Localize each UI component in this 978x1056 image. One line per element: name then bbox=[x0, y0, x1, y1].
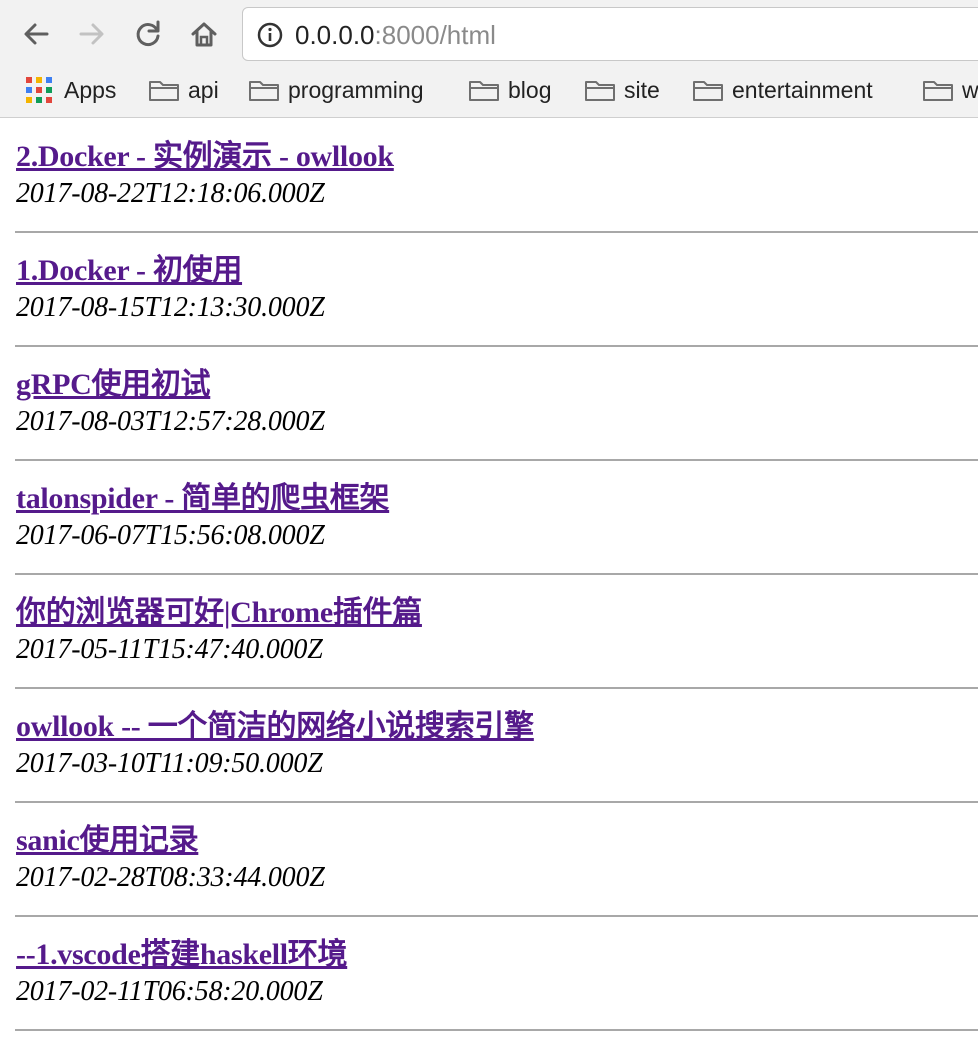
post-title-link[interactable]: --1.vscode搭建haskell环境 bbox=[16, 936, 348, 974]
post-divider bbox=[15, 915, 978, 917]
bookmark-label: api bbox=[188, 76, 219, 103]
post-title-link[interactable]: sanic使用记录 bbox=[16, 822, 199, 860]
post-divider bbox=[15, 687, 978, 689]
post-item: 1.Docker - 初使用 2017-08-15T12:13:30.000Z bbox=[15, 252, 978, 347]
apps-grid-icon bbox=[26, 77, 52, 103]
bookmark-folder-site[interactable]: site bbox=[584, 70, 660, 110]
post-divider bbox=[15, 345, 978, 347]
post-item: 你的浏览器可好|Chrome插件篇 2017-05-11T15:47:40.00… bbox=[15, 594, 978, 689]
bookmark-label: blog bbox=[508, 76, 552, 103]
bookmark-label: Apps bbox=[64, 76, 117, 103]
url-text[interactable]: 0.0.0.0:8000/html bbox=[295, 18, 496, 52]
bookmark-folder-blog[interactable]: blog bbox=[468, 70, 551, 110]
folder-icon bbox=[585, 81, 615, 101]
bookmark-label: site bbox=[624, 76, 660, 103]
post-date: 2017-02-28T08:33:44.000Z bbox=[16, 862, 325, 893]
forward-button[interactable] bbox=[72, 14, 112, 54]
address-bar[interactable]: 0.0.0.0:8000/html bbox=[242, 7, 978, 61]
back-arrow-icon bbox=[24, 23, 49, 45]
post-date: 2017-03-10T11:09:50.000Z bbox=[16, 748, 323, 779]
bookmark-folder-programming[interactable]: programming bbox=[248, 70, 424, 110]
folder-icon bbox=[693, 81, 723, 101]
bookmark-label: w bbox=[962, 76, 978, 103]
folder-icon bbox=[149, 81, 179, 101]
post-item: owllook -- 一个简洁的网络小说搜索引擎 2017-03-10T11:0… bbox=[15, 708, 978, 803]
post-date: 2017-05-11T15:47:40.000Z bbox=[16, 634, 323, 665]
home-button[interactable] bbox=[184, 14, 224, 54]
post-divider bbox=[15, 231, 978, 233]
reload-icon bbox=[136, 20, 160, 46]
bookmarks-bar: Apps api programming blog site entertain… bbox=[0, 70, 978, 110]
post-item: sanic使用记录 2017-02-28T08:33:44.000Z bbox=[15, 822, 978, 917]
post-item: gRPC使用初试 2017-08-03T12:57:28.000Z bbox=[15, 366, 978, 461]
post-divider bbox=[15, 801, 978, 803]
reload-button[interactable] bbox=[128, 14, 168, 54]
url-path: :8000/html bbox=[374, 20, 496, 50]
post-title-link[interactable]: 1.Docker - 初使用 bbox=[16, 252, 242, 290]
post-title-link[interactable]: 2.Docker - 实例演示 - owllook bbox=[16, 138, 394, 176]
bookmark-apps[interactable]: Apps bbox=[26, 70, 116, 110]
post-divider bbox=[15, 1029, 978, 1031]
post-title-link[interactable]: 你的浏览器可好|Chrome插件篇 bbox=[16, 594, 422, 632]
url-host: 0.0.0.0 bbox=[295, 20, 375, 50]
forward-arrow-icon bbox=[79, 23, 104, 45]
bookmark-folder-w[interactable]: w bbox=[922, 70, 978, 110]
folder-icon bbox=[469, 81, 499, 101]
info-icon[interactable] bbox=[257, 22, 283, 48]
post-date: 2017-02-11T06:58:20.000Z bbox=[16, 976, 323, 1007]
post-divider bbox=[15, 573, 978, 575]
post-item: talonspider - 简单的爬虫框架 2017-06-07T15:56:0… bbox=[15, 480, 978, 575]
bookmark-label: entertainment bbox=[732, 76, 873, 103]
post-divider bbox=[15, 459, 978, 461]
post-date: 2017-08-22T12:18:06.000Z bbox=[16, 178, 325, 209]
home-icon bbox=[191, 22, 217, 47]
folder-icon bbox=[249, 81, 279, 101]
post-date: 2017-06-07T15:56:08.000Z bbox=[16, 520, 325, 551]
post-title-link[interactable]: talonspider - 简单的爬虫框架 bbox=[16, 480, 389, 518]
post-item: 2.Docker - 实例演示 - owllook 2017-08-22T12:… bbox=[15, 138, 978, 233]
post-item: --1.vscode搭建haskell环境 2017-02-11T06:58:2… bbox=[15, 936, 978, 1031]
bookmark-folder-entertainment[interactable]: entertainment bbox=[692, 70, 873, 110]
bookmark-folder-api[interactable]: api bbox=[148, 70, 219, 110]
post-date: 2017-08-03T12:57:28.000Z bbox=[16, 406, 325, 437]
post-title-link[interactable]: gRPC使用初试 bbox=[16, 366, 211, 404]
post-date: 2017-08-15T12:13:30.000Z bbox=[16, 292, 325, 323]
folder-icon bbox=[923, 81, 953, 101]
post-list: 2.Docker - 实例演示 - owllook 2017-08-22T12:… bbox=[15, 138, 978, 1050]
bookmark-label: programming bbox=[288, 76, 424, 103]
back-button[interactable] bbox=[16, 14, 56, 54]
post-title-link[interactable]: owllook -- 一个简洁的网络小说搜索引擎 bbox=[16, 708, 534, 746]
browser-chrome: 0.0.0.0:8000/html Apps api programming b… bbox=[0, 0, 978, 118]
